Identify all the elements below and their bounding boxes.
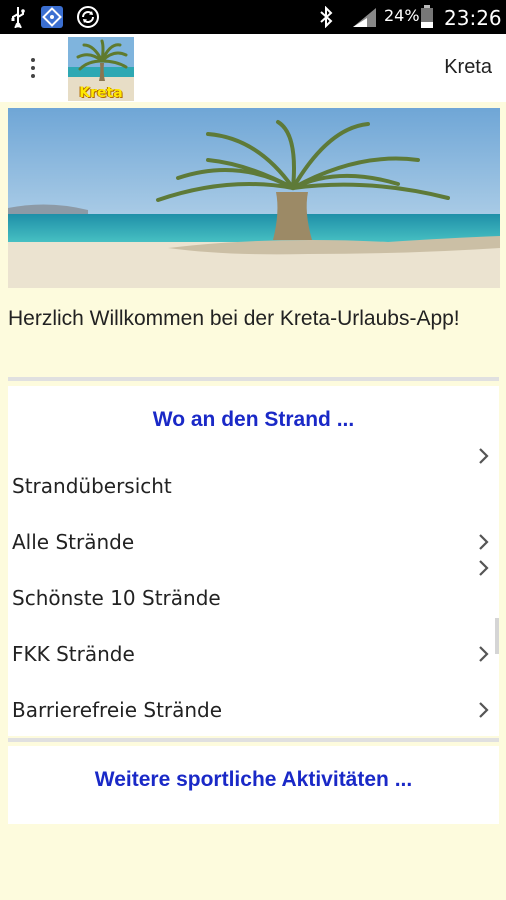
- chevron-right-icon: [477, 532, 491, 552]
- beach-section-card: Wo an den Strand ... Strandübersicht All…: [8, 386, 499, 736]
- sports-section-header[interactable]: Weitere sportliche Aktivitäten ...: [8, 768, 499, 792]
- list-item-label: FKK Strände: [12, 642, 135, 666]
- list-item-label: Alle Strände: [12, 530, 135, 554]
- clock: 23:26: [444, 6, 502, 30]
- list-item-schoenste-10-straende[interactable]: Schönste 10 Strände: [8, 574, 499, 622]
- sync-icon: [76, 5, 100, 29]
- signal-icon: [352, 5, 378, 29]
- section-divider: [8, 738, 499, 742]
- hero-image: [8, 108, 500, 288]
- usb-icon: [8, 5, 28, 29]
- list-item-fkk-straende[interactable]: FKK Strände: [8, 630, 499, 678]
- menu-dot-icon: [31, 66, 35, 70]
- list-item-barrierefreie-straende[interactable]: Barrierefreie Strände: [8, 686, 499, 734]
- section-divider: [8, 377, 499, 381]
- list-item-strandubersicht[interactable]: Strandübersicht: [8, 462, 499, 510]
- battery-percent: 24%: [384, 6, 420, 25]
- list-item-label: Barrierefreie Strände: [12, 698, 223, 722]
- list-item-label: Schönste 10 Strände: [12, 586, 221, 610]
- logo-text: Kreta: [79, 85, 123, 101]
- app-title: Kreta: [444, 56, 492, 78]
- chevron-right-icon: [477, 558, 491, 578]
- list-item-alle-straende[interactable]: Alle Strände: [8, 518, 499, 566]
- welcome-text: Herzlich Willkommen bei der Kreta-Urlaub…: [8, 307, 460, 330]
- app-bar: Kreta Kreta: [0, 34, 506, 102]
- status-bar: 24% 23:26: [0, 0, 506, 34]
- app-logo[interactable]: Kreta: [68, 37, 134, 101]
- list-item-label: Strandübersicht: [12, 474, 172, 498]
- app-icon: [40, 5, 64, 29]
- chevron-right-icon: [477, 644, 491, 664]
- sports-section-card: Weitere sportliche Aktivitäten ...: [8, 746, 499, 824]
- chevron-right-icon: [477, 700, 491, 720]
- overflow-menu-button[interactable]: [18, 52, 48, 84]
- beach-section-header[interactable]: Wo an den Strand ...: [8, 408, 499, 432]
- menu-dot-icon: [31, 58, 35, 62]
- menu-dot-icon: [31, 74, 35, 78]
- chevron-right-icon: [477, 446, 491, 466]
- bluetooth-icon: [316, 5, 336, 29]
- battery-icon: [418, 5, 436, 29]
